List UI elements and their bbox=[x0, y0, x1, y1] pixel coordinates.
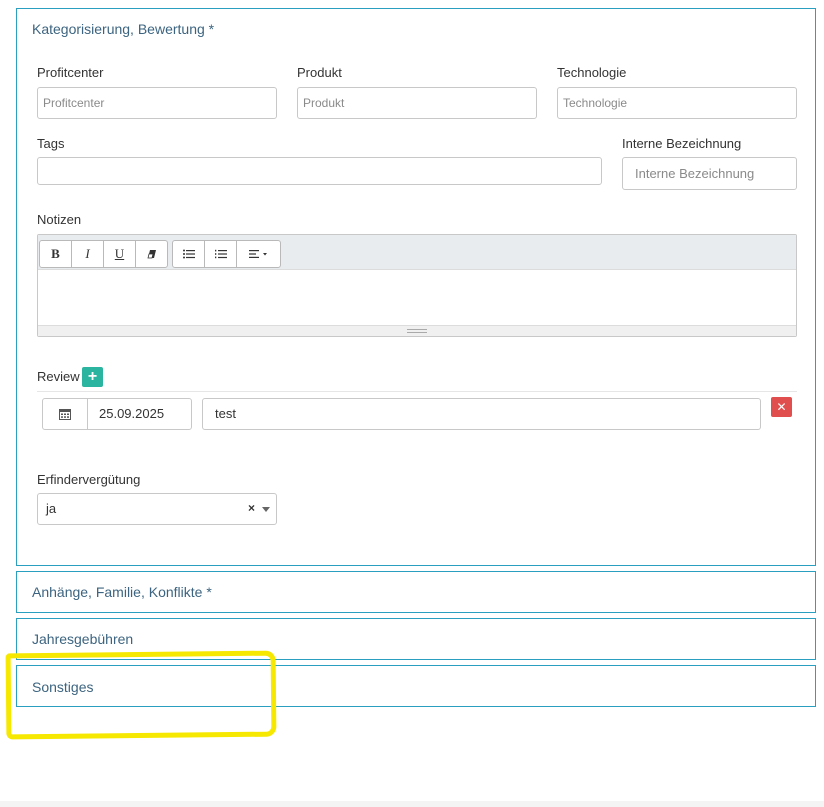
align-dropdown-icon bbox=[248, 250, 267, 258]
underline-label: U bbox=[114, 246, 125, 261]
footer-bar bbox=[0, 801, 824, 807]
clear-format-button[interactable] bbox=[135, 240, 168, 268]
editor-resize-handle[interactable] bbox=[38, 325, 796, 336]
tags-input[interactable] bbox=[37, 157, 602, 185]
delete-review-button[interactable]: ✕ bbox=[771, 397, 792, 417]
tags-label: Tags bbox=[37, 136, 65, 151]
panel-title-attachments[interactable]: Anhänge, Familie, Konflikte * bbox=[32, 584, 212, 600]
erfindervergutung-select[interactable]: ja bbox=[37, 493, 277, 525]
close-icon: ✕ bbox=[776, 400, 787, 414]
unordered-list-button[interactable] bbox=[172, 240, 205, 268]
notizen-editor: B I U bbox=[37, 234, 797, 337]
produkt-label: Produkt bbox=[297, 65, 342, 80]
notizen-content-area[interactable] bbox=[38, 270, 796, 326]
profitcenter-input[interactable] bbox=[37, 87, 277, 119]
erfindervergutung-label: Erfindervergütung bbox=[37, 472, 141, 487]
italic-label: I bbox=[85, 246, 90, 261]
chevron-down-icon[interactable] bbox=[262, 507, 270, 512]
select-clear-icon[interactable]: × bbox=[248, 501, 255, 515]
highlight-annotation bbox=[5, 650, 277, 740]
align-dropdown-button[interactable] bbox=[236, 240, 281, 268]
ordered-list-button[interactable] bbox=[204, 240, 237, 268]
unordered-list-icon bbox=[182, 249, 195, 259]
technologie-input[interactable] bbox=[557, 87, 797, 119]
bold-button[interactable]: B bbox=[39, 240, 72, 268]
review-divider bbox=[37, 391, 797, 392]
review-date-addon[interactable] bbox=[42, 398, 88, 430]
panel-attachments[interactable]: Anhänge, Familie, Konflikte * bbox=[16, 571, 816, 613]
interne-bezeichnung-input[interactable] bbox=[622, 157, 797, 190]
panel-title-categorization[interactable]: Kategorisierung, Bewertung * bbox=[32, 21, 214, 37]
ordered-list-icon bbox=[214, 249, 227, 259]
technologie-label: Technologie bbox=[557, 65, 627, 80]
review-date-value: 25.09.2025 bbox=[99, 406, 165, 421]
panel-title-annual-fees[interactable]: Jahresgebühren bbox=[32, 631, 133, 647]
italic-button[interactable]: I bbox=[71, 240, 104, 268]
bold-label: B bbox=[51, 246, 60, 261]
add-review-button[interactable]: + bbox=[82, 367, 103, 387]
review-date-input[interactable]: 25.09.2025 bbox=[87, 398, 192, 430]
erfindervergutung-selected-value: ja bbox=[46, 501, 57, 516]
review-text-input[interactable]: test bbox=[202, 398, 761, 430]
notizen-label: Notizen bbox=[37, 212, 82, 227]
eraser-icon bbox=[146, 250, 156, 259]
underline-button[interactable]: U bbox=[103, 240, 136, 268]
calendar-icon bbox=[59, 409, 71, 420]
produkt-input[interactable] bbox=[297, 87, 537, 119]
editor-toolbar: B I U bbox=[38, 235, 796, 270]
review-text-value: test bbox=[215, 406, 236, 421]
review-label: Review bbox=[37, 369, 80, 384]
profitcenter-label: Profitcenter bbox=[37, 65, 104, 80]
plus-icon: + bbox=[87, 368, 98, 385]
interne-bezeichnung-label: Interne Bezeichnung bbox=[622, 136, 742, 151]
